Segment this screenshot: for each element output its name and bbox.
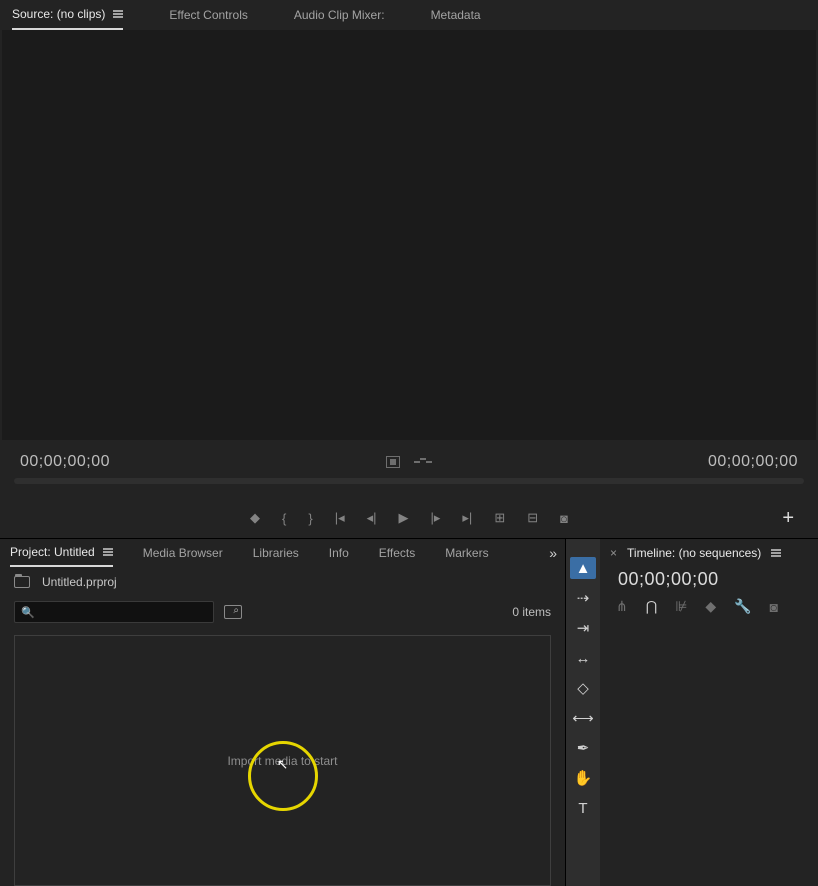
slip-tool[interactable]: ⟷	[570, 707, 596, 729]
ripple-edit-tool[interactable]: ⇥	[570, 617, 596, 639]
project-bin-icon	[14, 576, 30, 588]
insert-icon[interactable]: ⊞	[494, 510, 505, 526]
timeline-settings-toolbar: ⋔ ⋂ ⊯ ◆ 🔧 ◙	[600, 596, 818, 617]
project-item-count: 0 items	[512, 605, 551, 619]
tab-effects[interactable]: Effects	[379, 540, 415, 566]
step-back-icon[interactable]: ◂|	[367, 510, 377, 526]
close-tab-icon[interactable]: ×	[610, 546, 617, 560]
type-tool[interactable]: T	[570, 797, 596, 819]
mark-out-icon[interactable]: }	[308, 511, 312, 526]
project-tab-bar: Project: Untitled Media Browser Librarie…	[0, 539, 565, 567]
tab-markers[interactable]: Markers	[445, 540, 488, 566]
tab-info[interactable]: Info	[329, 540, 349, 566]
waveform-view-icon[interactable]	[414, 458, 432, 466]
insert-sequence-icon[interactable]: ⋔	[616, 598, 628, 615]
selection-tool[interactable]: ▲	[570, 557, 596, 579]
pen-tool[interactable]: ✒	[570, 737, 596, 759]
project-panel: Project: Untitled Media Browser Librarie…	[0, 538, 565, 886]
source-timeline-scrubber[interactable]	[0, 478, 818, 498]
tab-timeline[interactable]: Timeline: (no sequences)	[627, 546, 761, 560]
linked-selection-icon[interactable]: ⊯	[675, 598, 687, 615]
project-filename: Untitled.prproj	[42, 575, 117, 589]
source-monitor-panel: Source: (no clips) Effect Controls Audio…	[0, 0, 818, 538]
source-out-timecode[interactable]: 00;00;00;00	[708, 453, 798, 471]
mark-in-icon[interactable]: {	[282, 511, 286, 526]
panel-menu-icon[interactable]	[113, 10, 123, 18]
go-to-out-icon[interactable]: ▸|	[462, 510, 472, 526]
project-search-input[interactable]: 🔍	[14, 601, 214, 623]
tab-metadata[interactable]: Metadata	[431, 1, 481, 29]
caption-track-icon[interactable]: ◙	[770, 599, 778, 615]
rate-stretch-tool[interactable]: ↔	[570, 647, 596, 669]
snap-icon[interactable]: ⋂	[646, 598, 657, 615]
tab-effect-controls[interactable]: Effect Controls	[169, 1, 247, 29]
export-frame-icon[interactable]: ◙	[560, 511, 568, 526]
timeline-playhead-timecode[interactable]: 00;00;00;00	[600, 567, 818, 596]
composite-view-icon[interactable]	[386, 456, 400, 468]
add-marker-icon[interactable]: ◆	[250, 510, 260, 526]
bottom-row: Project: Untitled Media Browser Librarie…	[0, 538, 818, 886]
source-viewer[interactable]	[2, 30, 816, 440]
search-input[interactable]	[41, 605, 207, 619]
source-in-timecode[interactable]: 00;00;00;00	[20, 453, 110, 471]
tab-audio-clip-mixer[interactable]: Audio Clip Mixer:	[294, 1, 385, 29]
panel-menu-icon[interactable]	[103, 548, 113, 556]
timeline-tab-bar: × Timeline: (no sequences)	[600, 539, 818, 567]
razor-tool[interactable]: ◇	[570, 677, 596, 699]
search-icon: 🔍	[21, 606, 35, 619]
source-tab-bar: Source: (no clips) Effect Controls Audio…	[0, 0, 818, 30]
tab-media-browser[interactable]: Media Browser	[143, 540, 223, 566]
tabs-overflow-icon[interactable]: »	[549, 545, 555, 561]
button-editor-icon[interactable]: +	[782, 507, 794, 530]
tab-source[interactable]: Source: (no clips)	[12, 0, 123, 30]
tab-source-label: Source: (no clips)	[12, 7, 105, 21]
tools-panel: ▲ ⇢ ⇥ ↔ ◇ ⟷ ✒ ✋ T	[565, 538, 600, 886]
project-empty-message: Import media to start	[227, 754, 337, 768]
source-view-mode-icons	[386, 456, 432, 468]
overwrite-icon[interactable]: ⊟	[527, 510, 538, 526]
tab-project[interactable]: Project: Untitled	[10, 539, 113, 567]
timeline-panel: × Timeline: (no sequences) 00;00;00;00 ⋔…	[600, 538, 818, 886]
source-transport-controls: ◆ { } |◂ ◂| ▶ |▸ ▸| ⊞ ⊟ ◙ +	[0, 498, 818, 538]
step-forward-icon[interactable]: |▸	[431, 510, 441, 526]
project-search-row: 🔍 0 items	[0, 597, 565, 627]
hand-tool[interactable]: ✋	[570, 767, 596, 789]
tab-project-label: Project: Untitled	[10, 545, 95, 559]
play-icon[interactable]: ▶	[399, 510, 409, 526]
panel-menu-icon[interactable]	[771, 549, 781, 557]
tutorial-highlight-ring	[248, 741, 318, 811]
find-in-bins-icon[interactable]	[224, 605, 242, 619]
track-select-tool[interactable]: ⇢	[570, 587, 596, 609]
timeline-display-settings-icon[interactable]: 🔧	[734, 598, 751, 615]
go-to-in-icon[interactable]: |◂	[335, 510, 345, 526]
project-media-area[interactable]: Import media to start ↖	[14, 635, 551, 886]
add-marker-icon[interactable]: ◆	[705, 598, 716, 615]
tab-libraries[interactable]: Libraries	[253, 540, 299, 566]
project-file-row: Untitled.prproj	[0, 567, 565, 597]
source-time-row: 00;00;00;00 00;00;00;00	[0, 440, 818, 478]
